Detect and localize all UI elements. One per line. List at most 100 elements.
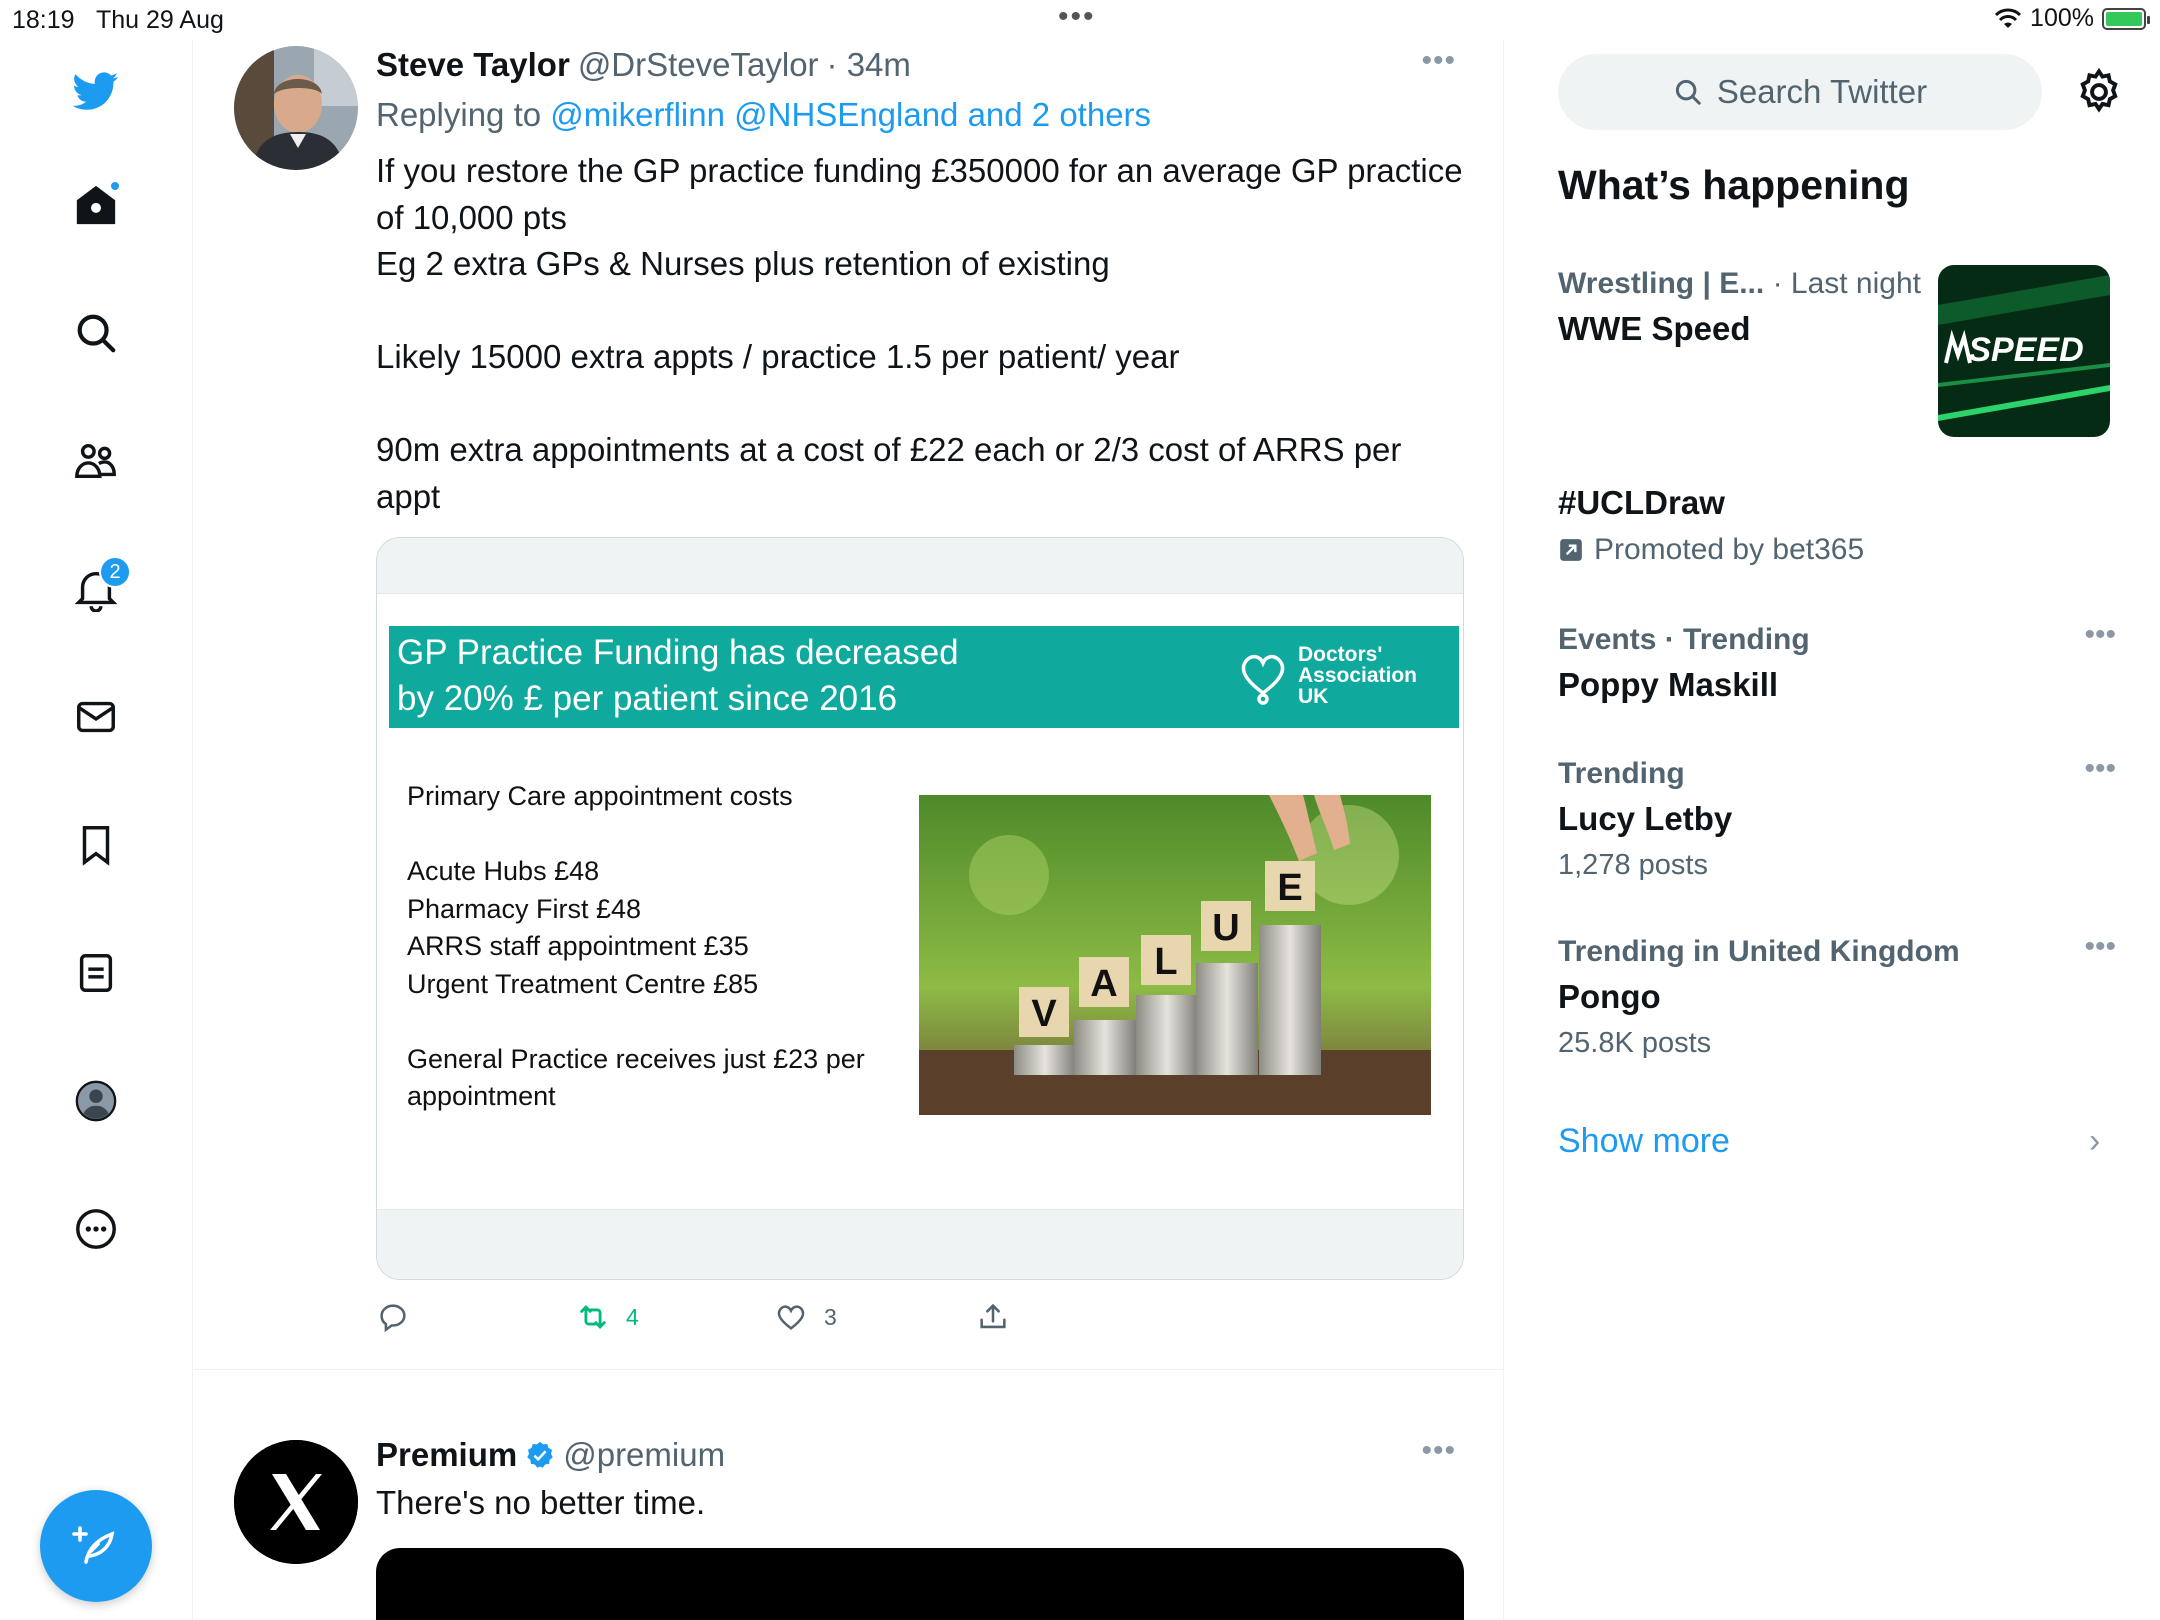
author-handle[interactable]: @premium [563, 1436, 725, 1474]
trend-time: · Last night [1772, 267, 1921, 300]
messages-envelope-icon[interactable] [65, 686, 127, 748]
tweet-text: There's no better time. [376, 1484, 706, 1521]
value-letter: U [1212, 907, 1239, 949]
battery-percent: 100% [2030, 4, 2094, 32]
like-count: 3 [824, 1303, 837, 1330]
status-time: 18:19 [12, 6, 75, 34]
replying-to: Replying to @mikerflinn @NHSEngland and … [376, 90, 1466, 140]
tweet-text: If you restore the GP practice funding £… [376, 152, 1463, 515]
whats-happening-title: What’s happening [1558, 162, 1910, 208]
retweet-icon [580, 1305, 606, 1329]
value-letter: V [1031, 993, 1057, 1035]
tweet-timestamp[interactable]: · 34m [827, 46, 911, 84]
trend-more-icon[interactable]: ••• [2084, 752, 2116, 786]
tweet-media[interactable] [376, 1548, 1464, 1620]
trend-item[interactable]: Events · Trending Poppy Maskill ••• [1558, 618, 2118, 708]
promoted-icon [1560, 539, 1582, 561]
more-options-icon[interactable] [65, 1198, 127, 1260]
tweet-media-card[interactable]: GP Practice Funding has decreased by 20%… [376, 537, 1464, 1280]
trend-name: Pongo [1558, 978, 1661, 1015]
dauk-logo-text: Doctors' Association UK [1297, 643, 1417, 708]
bookmarks-icon[interactable] [65, 814, 127, 876]
replying-to-prefix: Replying to [376, 96, 551, 133]
value-letter: A [1090, 963, 1117, 1005]
trend-more-icon[interactable]: ••• [2084, 618, 2116, 652]
tweet[interactable]: Steve Taylor @DrSteveTaylor · 34m ••• Re… [194, 40, 1503, 1370]
trend-name: Poppy Maskill [1558, 666, 1779, 703]
value-letter: E [1277, 867, 1302, 909]
trend-name: #UCLDraw [1558, 484, 1725, 521]
appointment-costs-list: Primary Care appointment costs Acute Hub… [407, 781, 865, 1111]
retweet-button[interactable]: 4 [576, 1300, 639, 1334]
heart-stethoscope-icon [1241, 654, 1285, 705]
author-avatar[interactable] [234, 46, 358, 170]
value-letter: L [1154, 941, 1177, 983]
notifications-count-badge: 2 [99, 556, 131, 588]
settings-gear-icon[interactable] [2073, 66, 2125, 118]
home-unread-dot [109, 180, 121, 192]
card-top-band [377, 538, 1463, 594]
search-icon [1675, 79, 1701, 105]
chevron-right-icon[interactable]: › [2089, 1122, 2100, 1161]
tweet-body: Premium @premium ••• There's no better t… [376, 1430, 1466, 1527]
trend-post-count: 25.8K posts [1558, 1027, 1712, 1059]
tweet-header: Premium @premium [376, 1430, 1466, 1480]
compose-feather-icon [72, 1526, 115, 1564]
explore-search-icon[interactable] [65, 302, 127, 364]
retweet-count: 4 [626, 1303, 639, 1330]
tweet[interactable]: Premium @premium ••• There's no better t… [194, 1370, 1503, 1620]
communities-icon[interactable] [65, 430, 127, 492]
card-bottom-band [377, 1209, 1463, 1279]
status-date: Thu 29 Aug [96, 6, 224, 34]
promoted-by: Promoted by bet365 [1594, 533, 1865, 566]
status-bar: 18:19 Thu 29 Aug ••• 100% [0, 0, 2160, 40]
trend-meta: Trending in United Kingdom [1558, 935, 1960, 968]
twitter-logo-icon[interactable] [65, 60, 127, 122]
reply-button[interactable] [376, 1300, 410, 1334]
trend-name: Lucy Letby [1558, 800, 1733, 837]
right-sidebar: Search Twitter What’s happening Wrestlin… [1505, 40, 2160, 1620]
author-handle[interactable]: @DrSteveTaylor [578, 46, 819, 84]
battery-icon [2102, 7, 2150, 30]
tweet-more-icon[interactable]: ••• [1421, 44, 1456, 78]
trend-item[interactable]: Trending in United Kingdom Pongo 25.8K p… [1558, 930, 2118, 1066]
replying-to-users-link[interactable]: @mikerflinn @NHSEngland and 2 others [550, 96, 1151, 133]
value-coins-photo: V A L U E [919, 795, 1431, 1115]
search-placeholder: Search Twitter [1716, 73, 1928, 110]
heart-icon [777, 1305, 805, 1330]
like-button[interactable]: 3 [774, 1300, 837, 1334]
trend-item[interactable]: Trending Lucy Letby 1,278 posts ••• [1558, 752, 2118, 888]
trend-meta: Events · Trending [1558, 623, 1810, 656]
profile-avatar-icon[interactable] [65, 1070, 127, 1132]
wwe-speed-thumbnail[interactable]: SPEED [1938, 265, 2110, 437]
lists-icon[interactable] [65, 942, 127, 1004]
trend-item-promoted[interactable]: #UCLDraw Promoted by bet365 [1558, 480, 2118, 574]
author-name[interactable]: Premium [376, 1436, 517, 1474]
trend-category: Wrestling | E... [1558, 267, 1765, 300]
multitask-dots-icon[interactable]: ••• [1058, 0, 1096, 34]
tweet-more-icon[interactable]: ••• [1421, 1434, 1456, 1468]
trend-meta: Trending [1558, 757, 1685, 790]
reply-icon [380, 1304, 406, 1333]
x-logo-icon [234, 1440, 358, 1564]
promoted-label: Promoted by bet365 [1558, 526, 2118, 574]
notifications-bell-icon[interactable]: 2 [65, 556, 131, 620]
show-more-link[interactable]: Show more [1558, 1122, 1730, 1161]
dauk-logo: Doctors' Association UK [1236, 644, 1417, 707]
slide-title: GP Practice Funding has decreased by 20%… [397, 633, 959, 718]
share-icon [980, 1303, 1006, 1329]
author-name[interactable]: Steve Taylor [376, 46, 570, 84]
share-button[interactable] [976, 1300, 1010, 1334]
home-icon[interactable] [65, 174, 127, 236]
author-avatar[interactable] [234, 1440, 358, 1564]
tweet-header: Steve Taylor @DrSteveTaylor · 34m [376, 40, 1466, 90]
trend-post-count: 1,278 posts [1558, 849, 1708, 881]
trend-more-icon[interactable]: ••• [2084, 930, 2116, 964]
status-indicators: 100% [1994, 4, 2150, 33]
search-box[interactable]: Search Twitter [1558, 54, 2042, 130]
verified-badge-icon [525, 1440, 555, 1470]
side-nav: 2 [0, 40, 193, 1620]
compose-tweet-button[interactable] [40, 1490, 152, 1602]
timeline[interactable]: Steve Taylor @DrSteveTaylor · 34m ••• Re… [194, 40, 1504, 1620]
wifi-icon [1994, 8, 2022, 28]
